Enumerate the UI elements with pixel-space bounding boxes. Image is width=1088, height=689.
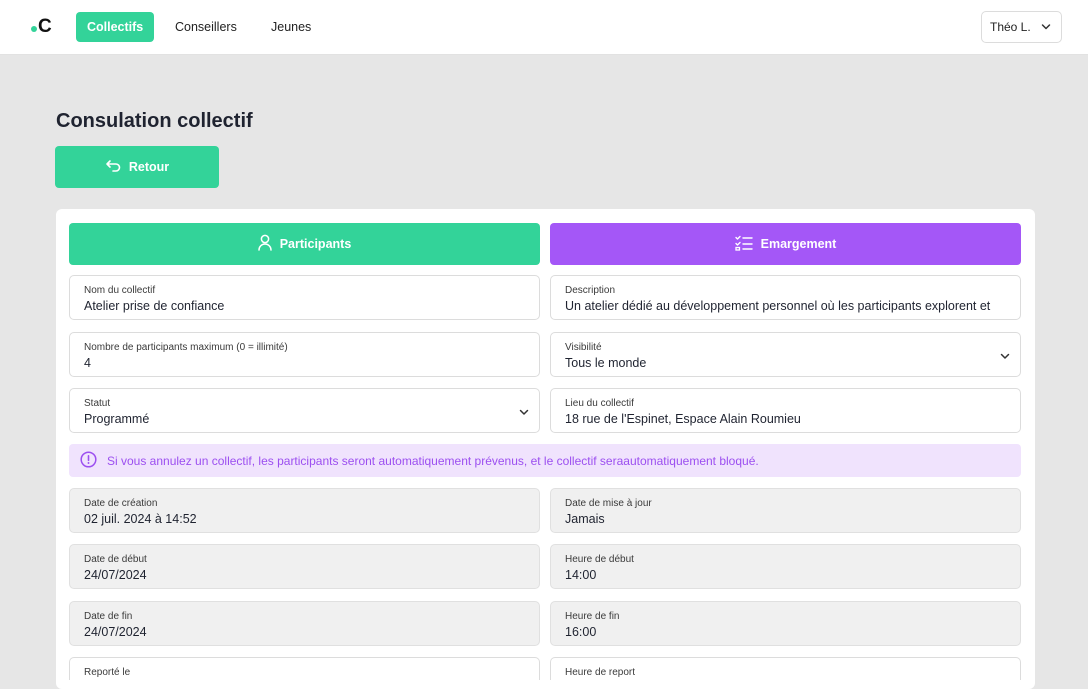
nav-jeunes[interactable]: Jeunes — [260, 12, 322, 42]
lieu-collectif-field[interactable]: Lieu du collectif 18 rue de l'Espinet, E… — [550, 388, 1021, 433]
date-mise-a-jour-field: Date de mise à jour Jamais — [550, 488, 1021, 533]
field-label: Heure de report — [565, 667, 636, 678]
field-value: 24/07/2024 — [84, 568, 147, 582]
field-value: 14:00 — [565, 568, 597, 582]
heure-debut-field: Heure de début 14:00 — [550, 544, 1021, 589]
field-label: Lieu du collectif — [565, 398, 634, 409]
date-creation-field: Date de création 02 juil. 2024 à 14:52 — [69, 488, 540, 533]
nav-collectifs[interactable]: Collectifs — [76, 12, 155, 42]
field-label: Date de création — [84, 498, 158, 509]
field-value: 18 rue de l'Espinet, Espace Alain Roumie… — [565, 412, 801, 426]
emargement-button[interactable]: Emargement — [550, 223, 1021, 265]
checklist-icon — [734, 235, 753, 254]
field-value: Jamais — [565, 512, 605, 526]
date-fin-field: Date de fin 24/07/2024 — [69, 601, 540, 646]
field-value: Un atelier dédié au développement person… — [565, 299, 991, 313]
field-value: 24/07/2024 — [84, 625, 147, 639]
field-value: 16:00 — [565, 625, 597, 639]
field-label: Heure de début — [565, 554, 634, 565]
emargement-label: Emargement — [760, 237, 837, 251]
logo-dot — [31, 26, 37, 32]
description-field[interactable]: Description Un atelier dédié au développ… — [550, 275, 1021, 320]
user-icon — [257, 234, 272, 254]
back-button[interactable]: Retour — [55, 146, 219, 188]
field-label: Nom du collectif — [84, 285, 156, 296]
date-debut-field: Date de début 24/07/2024 — [69, 544, 540, 589]
collectif-details-card: Participants Emargement Nom du collectif… — [56, 209, 1035, 689]
field-value: Tous le monde — [565, 356, 647, 370]
visibilite-select[interactable]: Visibilité Tous le monde — [550, 332, 1021, 377]
reporte-le-field[interactable]: Reporté le — [69, 657, 540, 680]
field-label: Reporté le — [84, 667, 131, 678]
field-value: 4 — [84, 356, 91, 370]
field-label: Description — [565, 285, 616, 296]
field-label: Date de début — [84, 554, 147, 565]
field-value: Programmé — [84, 412, 150, 426]
field-label: Heure de fin — [565, 611, 620, 622]
field-label: Nombre de participants maximum (0 = illi… — [84, 342, 288, 353]
field-value: Atelier prise de confiance — [84, 299, 225, 313]
field-label: Visibilité — [565, 342, 602, 353]
heure-report-field[interactable]: Heure de report — [550, 657, 1021, 680]
user-name: Théo L. — [990, 20, 1031, 34]
participants-label: Participants — [279, 237, 352, 251]
max-participants-field[interactable]: Nombre de participants maximum (0 = illi… — [69, 332, 540, 377]
field-label: Statut — [84, 398, 111, 409]
chevron-down-icon — [519, 404, 529, 422]
nom-collectif-field[interactable]: Nom du collectif Atelier prise de confia… — [69, 275, 540, 320]
user-menu-dropdown[interactable]: Théo L. — [981, 11, 1062, 43]
chevron-down-icon — [1041, 12, 1051, 53]
chevron-down-icon — [1000, 348, 1010, 366]
heure-fin-field: Heure de fin 16:00 — [550, 601, 1021, 646]
nav-conseillers[interactable]: Conseillers — [164, 12, 248, 42]
field-label: Date de fin — [84, 611, 133, 622]
field-label: Date de mise à jour — [565, 498, 652, 509]
return-arrow-icon — [105, 159, 121, 176]
statut-select[interactable]: Statut Programmé — [69, 388, 540, 433]
page-title: Consulation collectif — [56, 110, 253, 132]
top-navigation-bar: C Collectifs Conseillers Jeunes Théo L. — [0, 0, 1088, 55]
cancel-warning-alert: Si vous annulez un collectif, les partic… — [69, 444, 1021, 477]
alert-text: Si vous annulez un collectif, les partic… — [107, 453, 759, 468]
field-value: 02 juil. 2024 à 14:52 — [84, 512, 197, 526]
back-button-label: Retour — [128, 160, 170, 174]
participants-button[interactable]: Participants — [69, 223, 540, 265]
info-circle-icon — [80, 450, 97, 471]
logo-text: C — [38, 16, 52, 37]
app-logo[interactable]: C — [31, 16, 52, 38]
